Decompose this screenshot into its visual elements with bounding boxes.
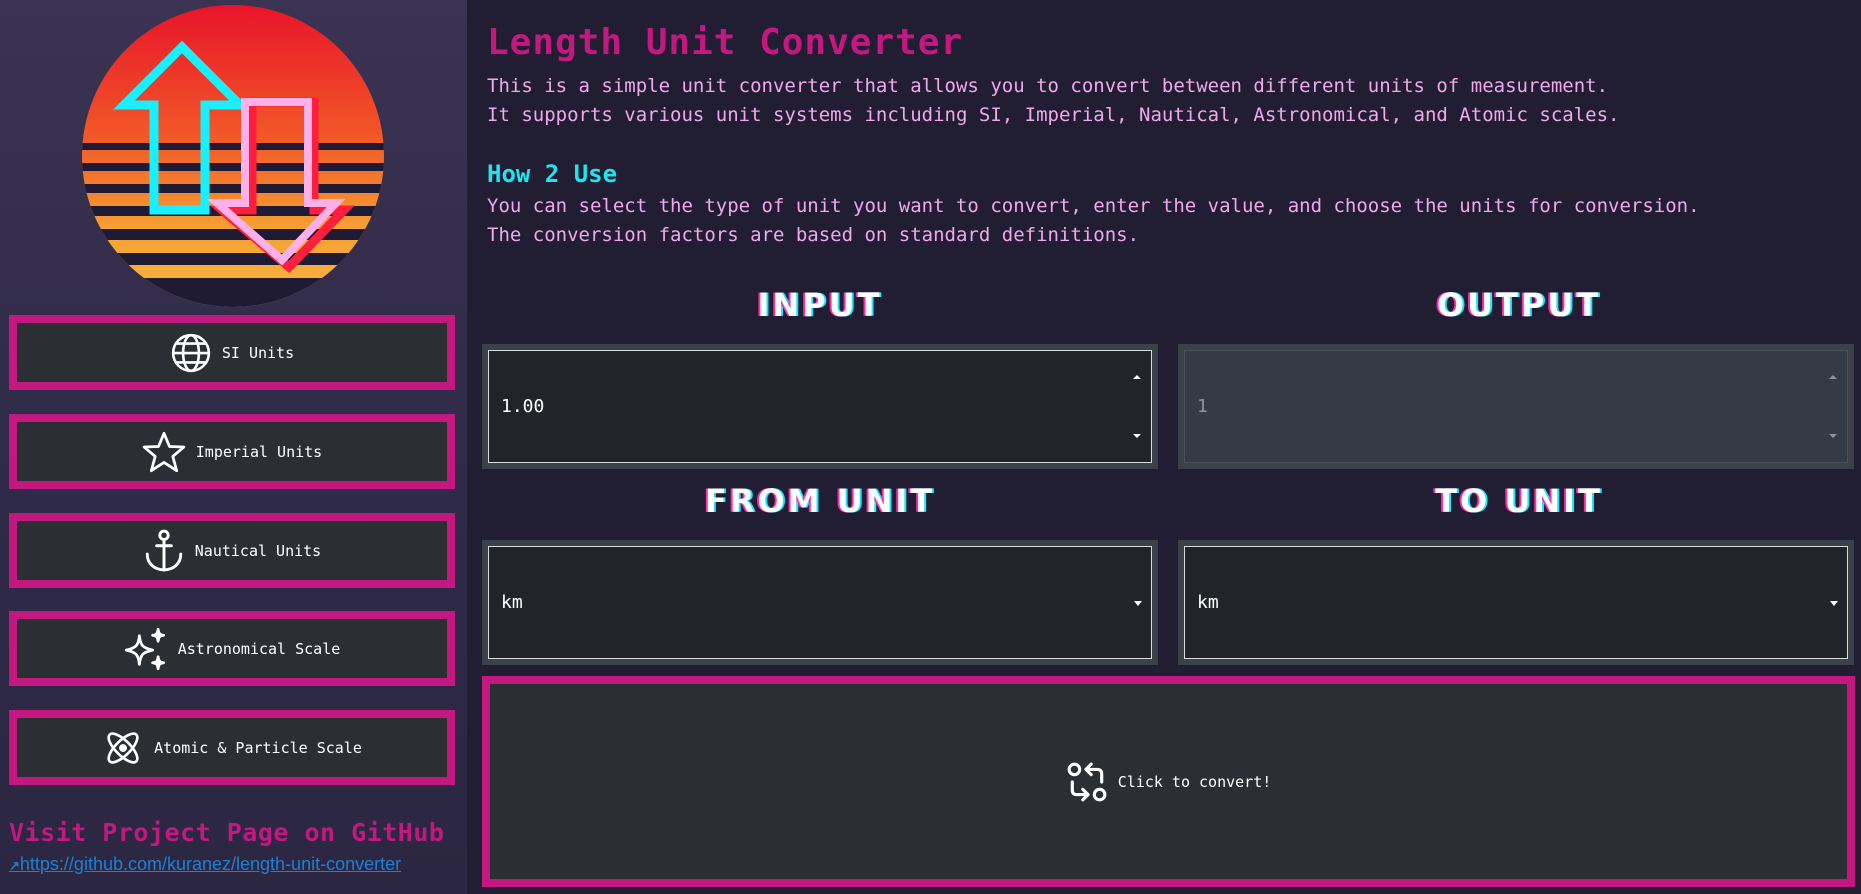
howto-line-2: The conversion factors are based on stan…	[487, 224, 1140, 246]
from-unit-heading: FROM UNIT	[704, 482, 936, 520]
globe-icon	[171, 333, 211, 372]
output-heading: OUTPUT	[1436, 286, 1602, 324]
input-heading: INPUT	[757, 286, 883, 324]
intro-line-1: This is a simple unit converter that all…	[487, 75, 1609, 97]
chevron-down-icon	[1830, 600, 1838, 606]
from-unit-value: km	[501, 592, 523, 613]
imperial-units-button[interactable]: Imperial Units	[9, 414, 455, 489]
si-units-button[interactable]: SI Units	[9, 315, 455, 390]
input-value: 1.00	[501, 396, 545, 417]
arrow-up-right-icon: ↗	[9, 858, 20, 873]
chevron-down-icon	[1134, 600, 1142, 606]
output-field-container: 1	[1178, 344, 1854, 469]
sparkles-icon	[124, 627, 165, 670]
input-field-container: 1.00	[482, 344, 1158, 469]
convert-button[interactable]: Click to convert!	[482, 676, 1855, 887]
output-value-field: 1	[1184, 350, 1848, 463]
to-unit-container: km	[1178, 540, 1854, 665]
nautical-units-button[interactable]: Nautical Units	[9, 513, 455, 588]
to-unit-select[interactable]: km	[1184, 546, 1848, 659]
howto-line-1: You can select the type of unit you want…	[487, 195, 1700, 217]
input-value-field[interactable]: 1.00	[488, 350, 1152, 463]
anchor-icon	[145, 529, 183, 571]
how-to-heading: How 2 Use	[487, 160, 618, 188]
decrement-icon[interactable]	[1133, 434, 1141, 438]
astronomical-scale-button[interactable]: Astronomical Scale	[9, 611, 455, 686]
sidebar: SI Units Imperial Units Nautical Units A…	[0, 0, 467, 894]
convert-label: Click to convert!	[1117, 772, 1272, 791]
nav-label: Imperial Units	[195, 442, 323, 461]
output-value: 1	[1197, 396, 1208, 417]
converter-logo-icon	[82, 5, 384, 307]
github-heading: Visit Project Page on GitHub	[9, 818, 445, 847]
page-title: Length Unit Converter	[487, 22, 964, 63]
github-link-text: https://github.com/kuranez/length-unit-c…	[19, 854, 402, 874]
intro-line-2: It supports various unit systems includi…	[487, 104, 1620, 126]
nav-label: Astronomical Scale	[177, 639, 341, 658]
from-unit-container: km	[482, 540, 1158, 665]
nav-label: Atomic & Particle Scale	[154, 738, 362, 757]
increment-icon	[1829, 375, 1837, 379]
from-unit-select[interactable]: km	[488, 546, 1152, 659]
atomic-particle-scale-button[interactable]: Atomic & Particle Scale	[9, 710, 455, 785]
increment-icon[interactable]	[1133, 375, 1141, 379]
atom-icon	[107, 731, 139, 764]
nav-label: Nautical Units	[194, 541, 322, 560]
to-unit-value: km	[1197, 592, 1219, 613]
github-link[interactable]: ↗https://github.com/kuranez/length-unit-…	[9, 854, 401, 875]
to-unit-heading: TO UNIT	[1435, 482, 1603, 520]
main-content: Length Unit Converter This is a simple u…	[467, 0, 1861, 894]
swap-icon	[1067, 762, 1107, 801]
decrement-icon	[1829, 434, 1837, 438]
star-icon	[142, 431, 185, 472]
nav-label: SI Units	[221, 343, 295, 362]
